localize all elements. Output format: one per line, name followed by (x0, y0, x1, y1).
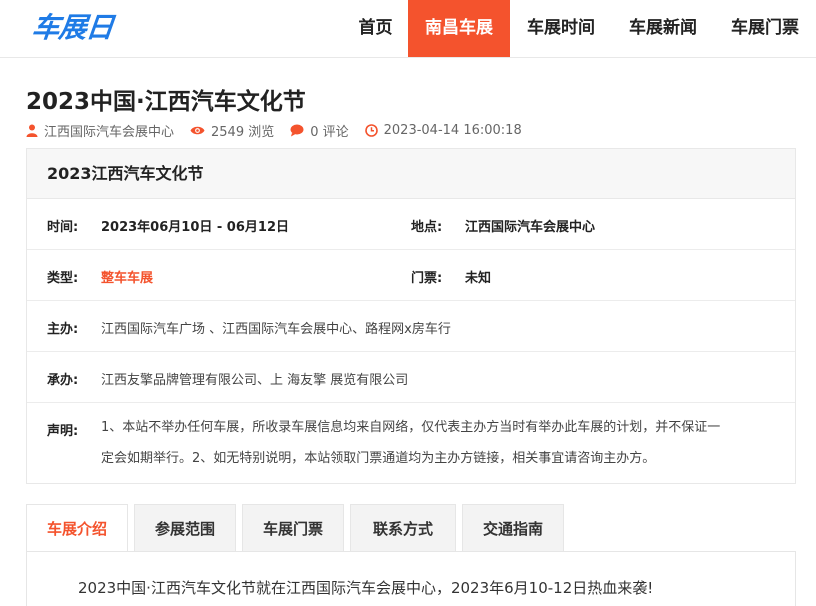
page-title: 2023中国·江西汽车文化节 (26, 89, 306, 115)
meta-views: 2549 浏览 (190, 121, 274, 140)
notice-line-2: 定会如期举行。2、如无特别说明，本站领取门票通道均为主办方链接，相关事宜请咨询主… (101, 451, 656, 466)
info-row-organizer: 承办: 江西友擎品牌管理有限公司、上 海友擎 展览有限公司 (27, 352, 795, 403)
info-row-notice: 声明: 1、本站不举办任何车展，所收录车展信息均来自网络，仅代表主办方当时有举办… (27, 403, 795, 483)
nav-home[interactable]: 首页 (343, 0, 408, 57)
event-info-heading: 2023江西汽车文化节 (27, 149, 795, 199)
host-value: 江西国际汽车广场 、江西国际汽车会展中心、路程网x房车行 (101, 322, 451, 337)
nav-autoshow-tickets[interactable]: 车展门票 (714, 0, 816, 57)
type-value[interactable]: 整车车展 (101, 267, 153, 286)
host-label: 主办: (47, 322, 79, 337)
meta-comments[interactable]: 0 评论 (290, 121, 349, 140)
organizer-value: 江西友擎品牌管理有限公司、上 海友擎 展览有限公司 (101, 373, 409, 388)
nav-autoshow-time[interactable]: 车展时间 (510, 0, 612, 57)
comment-icon (290, 124, 304, 137)
article-meta: 江西国际汽车会展中心 2549 浏览 0 评论 2023-04-14 16:00… (26, 121, 538, 140)
site-logo[interactable]: 车展日 (30, 6, 115, 46)
info-row-host: 主办: 江西国际汽车广场 、江西国际汽车会展中心、路程网x房车行 (27, 301, 795, 352)
detail-tabs: 车展介绍 参展范围 车展门票 联系方式 交通指南 (26, 504, 570, 552)
notice-text: 1、本站不举办任何车展，所收录车展信息均来自网络，仅代表主办方当时有举办此车展的… (101, 412, 771, 474)
nav-autoshow-news[interactable]: 车展新闻 (612, 0, 714, 57)
notice-label: 声明: (47, 424, 79, 439)
ticket-value: 未知 (465, 271, 492, 286)
tab-tickets[interactable]: 车展门票 (242, 504, 344, 552)
ticket-label: 门票: (411, 271, 443, 286)
event-info-card: 2023江西汽车文化节 时间: 2023年06月10日 - 06月12日 地点:… (26, 148, 796, 484)
place-value: 江西国际汽车会展中心 (465, 220, 596, 235)
meta-datetime: 2023-04-14 16:00:18 (364, 122, 522, 138)
info-row-type-ticket: 类型: 整车车展 门票: 未知 (27, 250, 795, 301)
tab-exhibit-scope[interactable]: 参展范围 (134, 504, 236, 552)
publish-datetime: 2023-04-14 16:00:18 (383, 122, 522, 138)
tab-transport[interactable]: 交通指南 (462, 504, 564, 552)
time-label: 时间: (47, 220, 79, 235)
main-nav: 首页 南昌车展 车展时间 车展新闻 车展门票 (343, 0, 816, 57)
nav-nanchang-autoshow[interactable]: 南昌车展 (408, 0, 510, 57)
info-row-time-place: 时间: 2023年06月10日 - 06月12日 地点: 江西国际汽车会展中心 (27, 199, 795, 250)
eye-icon (190, 125, 205, 136)
type-label: 类型: (47, 271, 79, 286)
meta-author[interactable]: 江西国际汽车会展中心 (26, 121, 174, 140)
views-count: 2549 浏览 (211, 124, 275, 140)
comments-count: 0 评论 (310, 124, 349, 140)
place-label: 地点: (411, 220, 443, 235)
user-icon (26, 124, 38, 137)
time-value: 2023年06月10日 - 06月12日 (101, 220, 289, 235)
site-header: 车展日 首页 南昌车展 车展时间 车展新闻 车展门票 (0, 0, 816, 57)
tab-contact[interactable]: 联系方式 (350, 504, 456, 552)
organizer-label: 承办: (47, 373, 79, 388)
header-divider (0, 57, 816, 58)
author-name: 江西国际汽车会展中心 (44, 124, 175, 140)
clock-icon (364, 123, 378, 137)
notice-line-1: 1、本站不举办任何车展，所收录车展信息均来自网络，仅代表主办方当时有举办此车展的… (101, 420, 721, 435)
intro-text: 2023中国·江西汽车文化节就在江西国际汽车会展中心，2023年6月10-12日… (78, 579, 654, 597)
tab-intro[interactable]: 车展介绍 (26, 504, 128, 552)
